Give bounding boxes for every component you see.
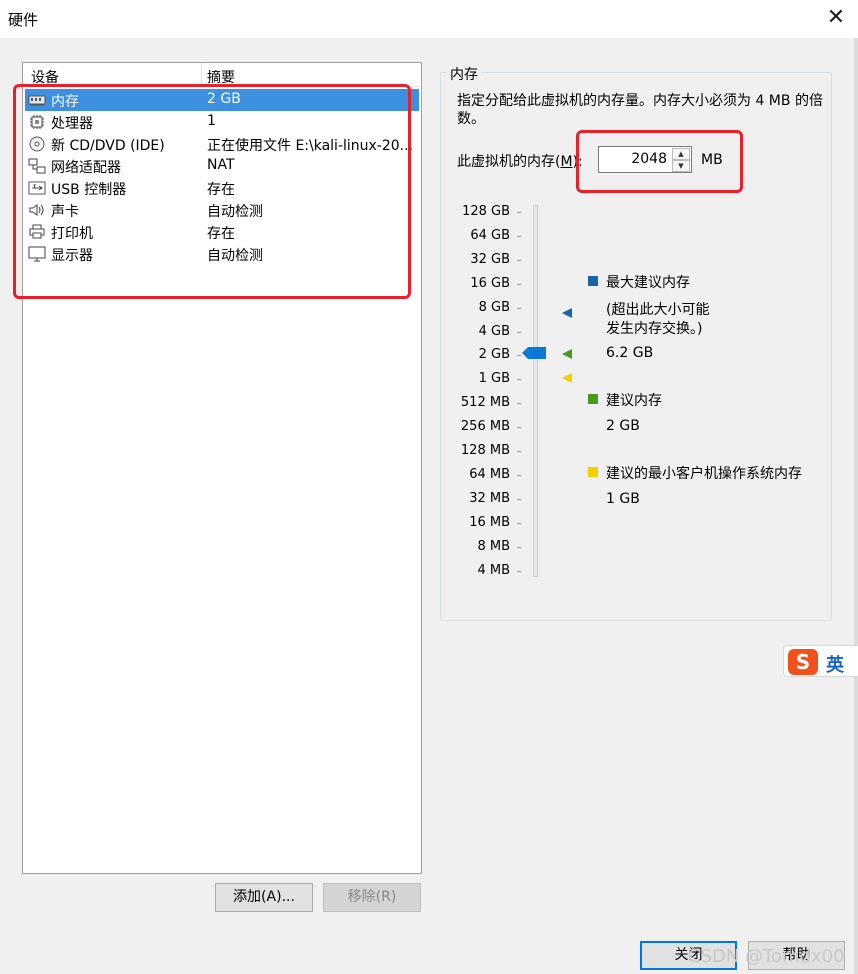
- scale-tick: [517, 331, 521, 333]
- scale-label: 64 MB: [469, 466, 510, 482]
- memory-group-title: 内存: [447, 64, 481, 84]
- ime-indicator[interactable]: S 英: [783, 645, 858, 677]
- scale-label: 16 MB: [469, 514, 510, 530]
- slider-thumb-shape: [522, 347, 546, 359]
- max-legend-note-2: 发生内存交换。): [606, 321, 703, 337]
- highlight-box-memory-field: [576, 130, 743, 193]
- scale-label: 2 GB: [478, 347, 510, 363]
- recommended-marker-icon: [562, 349, 572, 359]
- scale-tick: [517, 212, 521, 213]
- window-title: 硬件: [8, 11, 39, 29]
- scale-tick: [517, 570, 521, 572]
- min-legend-label: 建议的最小客户机操作系统内存: [606, 466, 802, 482]
- scale-tick: [517, 427, 521, 429]
- recommended-legend-value: 2 GB: [606, 418, 640, 434]
- window-right-edge: [854, 38, 858, 974]
- scale-tick: [517, 498, 521, 500]
- scale-tick: [517, 283, 521, 285]
- sogou-logo-icon: S: [788, 649, 818, 675]
- max-legend-note-1: (超出此大小可能: [606, 302, 710, 318]
- memory-description: 指定分配给此虚拟机的内存量。内存大小必须为 4 MB 的倍数。: [457, 93, 823, 127]
- scale-label: 32 MB: [469, 490, 510, 506]
- scale-label: 8 GB: [478, 299, 510, 315]
- add-device-button[interactable]: 添加(A)...: [215, 883, 313, 912]
- scale-tick: [517, 451, 521, 452]
- recommended-legend-label: 建议内存: [606, 393, 662, 409]
- memory-slider-track[interactable]: [533, 205, 538, 577]
- scale-label: 256 MB: [460, 419, 510, 435]
- scale-label: 32 GB: [470, 251, 510, 267]
- title-bar: 硬件 ✕: [0, 0, 858, 38]
- scale-label: 128 MB: [460, 443, 510, 458]
- highlight-box-device-list: [13, 84, 411, 299]
- watermark: CSDN @Tomdx00: [688, 946, 845, 967]
- max-legend-label: 最大建议内存: [606, 275, 690, 291]
- scale-label: 64 GB: [470, 227, 510, 243]
- scale-tick: [517, 379, 521, 381]
- scale-label: 16 GB: [470, 275, 510, 291]
- max-legend-swatch: [588, 276, 598, 286]
- memory-slider-thumb[interactable]: [520, 345, 548, 361]
- scale-tick: [517, 259, 521, 261]
- scale-tick: [517, 522, 521, 524]
- scale-tick: [517, 403, 521, 405]
- min-legend-swatch: [588, 467, 598, 477]
- scale-label: 128 GB: [462, 204, 510, 219]
- min-recommended-marker-icon: [562, 373, 572, 383]
- remove-device-button[interactable]: 移除(R): [323, 883, 421, 912]
- scale-label: 8 MB: [477, 538, 510, 554]
- ime-mode-label: 英: [826, 655, 844, 676]
- scale-label: 4 MB: [477, 562, 510, 578]
- scale-tick: [517, 546, 521, 548]
- scale-label: 1 GB: [478, 371, 510, 387]
- min-legend-value: 1 GB: [606, 491, 640, 507]
- max-legend-value: 6.2 GB: [606, 345, 654, 361]
- scale-label: 512 MB: [460, 395, 510, 411]
- scale-tick: [517, 307, 521, 309]
- memory-field-label: 此虚拟机的内存(M):: [457, 154, 583, 170]
- recommended-legend-swatch: [588, 394, 598, 404]
- scale-tick: [517, 235, 521, 237]
- close-window-icon[interactable]: ✕: [822, 4, 850, 32]
- max-recommended-marker-icon: [562, 308, 572, 318]
- scale-label: 4 GB: [478, 323, 510, 339]
- scale-tick: [517, 474, 521, 476]
